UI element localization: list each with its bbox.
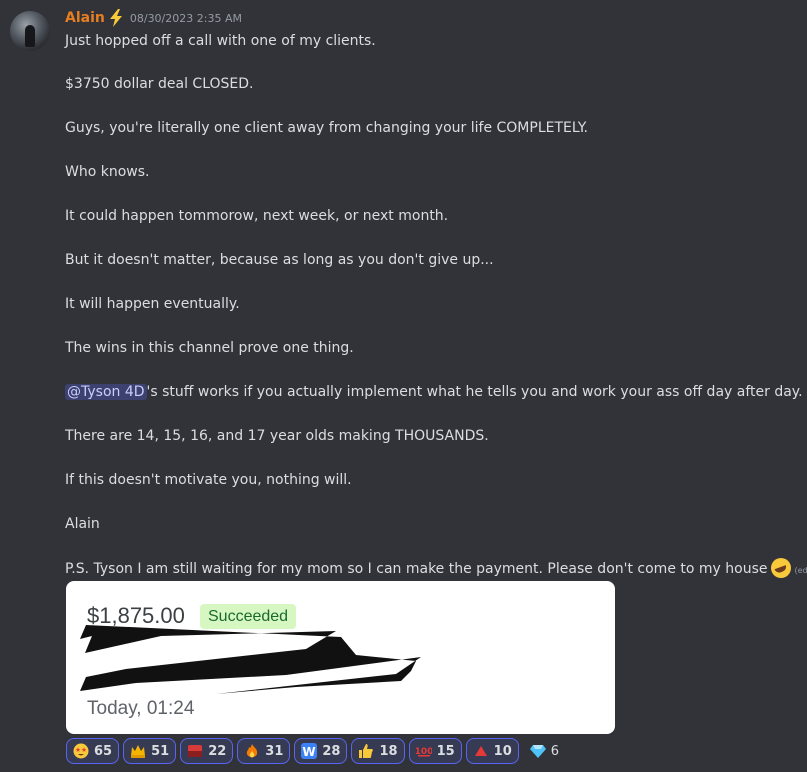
lightning-bolt-icon <box>109 9 122 27</box>
reaction-fire[interactable]: 31 <box>237 738 291 764</box>
reaction-w[interactable]: W 28 <box>294 738 348 764</box>
rofl-emoji-icon <box>771 558 792 578</box>
reaction-crown[interactable]: 51 <box>123 738 177 764</box>
username[interactable]: Alain <box>65 10 105 26</box>
reaction-hundred[interactable]: 100 15 <box>408 738 462 764</box>
message-line: Guys, you're literally one client away f… <box>65 120 588 136</box>
message-line: Alain <box>65 516 100 532</box>
reaction-flag[interactable]: 22 <box>180 738 234 764</box>
message-line: It will happen eventually. <box>65 296 240 312</box>
user-mention[interactable]: @Tyson 4D <box>65 384 147 400</box>
reaction-count: 28 <box>322 743 341 759</box>
message-line: $3750 dollar deal CLOSED. <box>65 76 254 92</box>
payment-screenshot[interactable]: $1,875.00 Succeeded Today, 01:24 <box>66 581 615 734</box>
message-line: The wins in this channel prove one thing… <box>65 340 354 356</box>
message-line-ps: P.S. Tyson I am still waiting for my mom… <box>65 558 807 581</box>
reaction-star-struck[interactable]: 65 <box>66 738 120 764</box>
message-timestamp: 08/30/2023 2:35 AM <box>129 11 242 25</box>
svg-text:W: W <box>303 745 316 759</box>
message-line: Who knows. <box>65 164 150 180</box>
fire-icon <box>247 744 258 758</box>
mention-suffix: 's stuff works if you actually implement… <box>146 384 803 400</box>
reaction-gem[interactable]: 6 <box>523 738 566 764</box>
reaction-count: 51 <box>151 743 170 759</box>
thumbs-up-icon <box>359 744 374 758</box>
reaction-up-triangle[interactable]: 10 <box>465 738 519 764</box>
message-header: Alain 08/30/2023 2:35 AM <box>65 8 242 28</box>
message-line: There are 14, 15, 16, and 17 year olds m… <box>65 428 489 444</box>
reaction-count: 6 <box>550 743 560 759</box>
avatar[interactable] <box>10 11 50 51</box>
reaction-count: 18 <box>379 743 398 759</box>
star-struck-icon <box>73 743 89 759</box>
message-line: Just hopped off a call with one of my cl… <box>65 33 376 49</box>
crown-icon <box>131 745 146 758</box>
ps-text: P.S. Tyson I am still waiting for my mom… <box>65 561 768 577</box>
message-line: It could happen tommorow, next week, or … <box>65 208 449 224</box>
reaction-thumbs-up[interactable]: 18 <box>351 738 405 764</box>
gem-icon <box>529 745 546 758</box>
hundred-icon: 100 <box>416 747 432 757</box>
flag-icon <box>188 745 203 757</box>
message-line: If this doesn't motivate you, nothing wi… <box>65 472 352 488</box>
edited-label: (edited) <box>794 566 807 575</box>
up-triangle-icon <box>474 746 487 756</box>
message-line-mention: @Tyson 4D's stuff works if you actually … <box>65 382 803 402</box>
reaction-count: 22 <box>208 743 227 759</box>
redaction-scribble <box>80 625 421 694</box>
reaction-count: 65 <box>94 743 113 759</box>
message-line: But it doesn't matter, because as long a… <box>65 252 494 268</box>
reaction-count: 15 <box>436 743 455 759</box>
w-letter-icon: W <box>301 743 318 759</box>
reactions-bar: 65 51 22 31 W 28 18 100 15 10 6 <box>66 738 566 764</box>
reaction-count: 10 <box>493 743 512 759</box>
reaction-count: 31 <box>265 743 284 759</box>
